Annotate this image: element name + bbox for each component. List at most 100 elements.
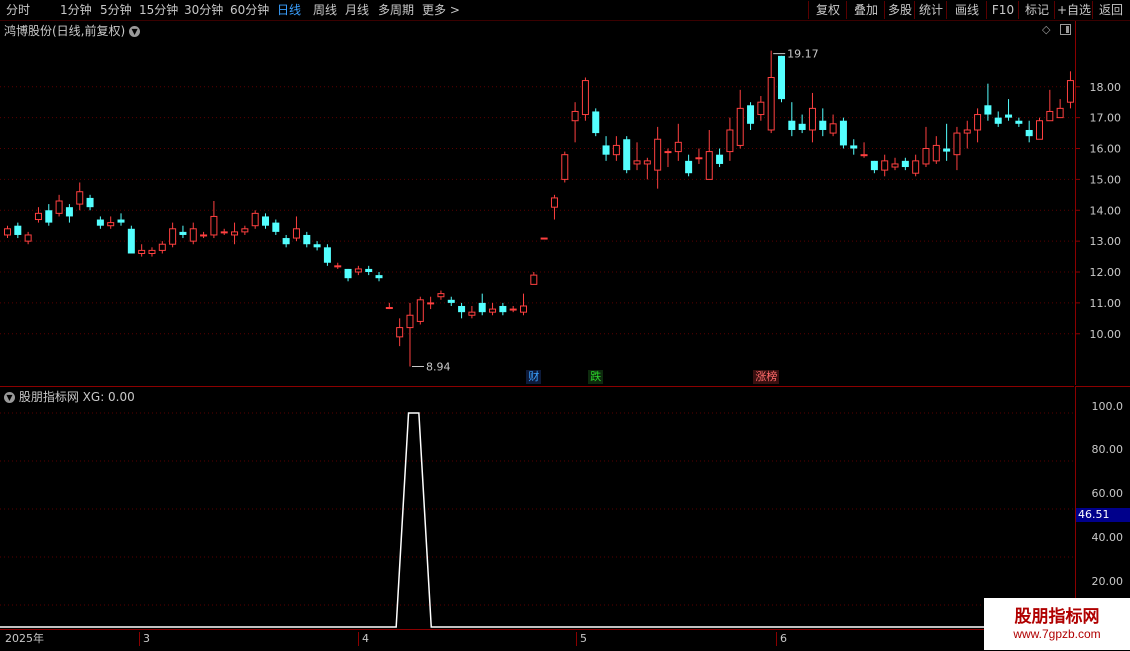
period-tab-30min[interactable]: 30分钟 [184, 2, 223, 18]
overlay-button[interactable]: 叠加 [846, 1, 885, 19]
candle-body-down[interactable] [45, 210, 53, 223]
indicator-chart[interactable] [0, 387, 1074, 630]
candle-body-up[interactable] [1046, 110, 1054, 122]
diamond-icon[interactable]: ◇ [1042, 23, 1050, 36]
candle-body-up[interactable] [550, 197, 558, 208]
candle-body-up[interactable] [210, 215, 218, 236]
candle-body-up[interactable] [922, 148, 930, 165]
candle-body-up[interactable] [891, 163, 899, 168]
main-candlestick-panel[interactable]: 19.17 8.94 鸿博股份(日线,前复权) ▼ ◇ 财 跌 涨榜 [0, 21, 1074, 385]
candle-body-up[interactable] [241, 228, 249, 233]
candle-body-down[interactable] [499, 305, 507, 313]
candle-body-up[interactable] [385, 307, 393, 310]
candle-body-up[interactable] [292, 228, 300, 239]
candle-body-down[interactable] [778, 55, 785, 100]
candle-body-down[interactable] [870, 160, 878, 171]
period-tab-weekly[interactable]: 周线 [313, 2, 337, 18]
candle-body-down[interactable] [1015, 120, 1023, 124]
candle-body-down[interactable] [592, 111, 600, 134]
add-watchlist-button[interactable]: +自选 [1054, 1, 1093, 19]
candle-body-down[interactable] [994, 117, 1002, 124]
period-tab-multi[interactable]: 多周期 [378, 2, 414, 18]
candle-body-down[interactable] [458, 305, 466, 313]
f10-button[interactable]: F10 [986, 1, 1019, 19]
candle-body-up[interactable] [416, 299, 424, 322]
candle-body-down[interactable] [365, 268, 373, 273]
candle-body-up[interactable] [334, 265, 342, 268]
candle-body-down[interactable] [127, 228, 135, 254]
candle-body-up[interactable] [1036, 120, 1043, 140]
period-tab-15min[interactable]: 15分钟 [139, 2, 178, 18]
candle-body-up[interactable] [24, 234, 32, 242]
candle-body-up[interactable] [396, 327, 404, 338]
candle-body-up[interactable] [881, 160, 889, 171]
candle-body-up[interactable] [540, 237, 548, 240]
candle-body-down[interactable] [602, 145, 610, 155]
candle-body-down[interactable] [447, 299, 455, 303]
candle-body-up[interactable] [561, 154, 569, 180]
candle-body-down[interactable] [303, 234, 311, 245]
candle-body-up[interactable] [251, 212, 259, 227]
candle-body-down[interactable] [179, 231, 187, 235]
candle-body-up[interactable] [76, 191, 84, 205]
candlestick-chart[interactable]: 19.17 8.94 [0, 21, 1074, 385]
candle-body-up[interactable] [169, 228, 177, 245]
back-button[interactable]: 返回 [1092, 1, 1129, 19]
period-tab-intraday[interactable]: 分时 [6, 2, 30, 18]
candle-body-up[interactable] [520, 305, 527, 313]
candle-body-down[interactable] [747, 105, 755, 124]
candle-body-up[interactable] [808, 107, 816, 131]
candle-body-up[interactable] [974, 114, 982, 131]
candle-body-up[interactable] [767, 76, 775, 131]
candle-body-down[interactable] [716, 154, 724, 164]
candle-body-up[interactable] [489, 308, 497, 313]
adjust-button[interactable]: 复权 [808, 1, 847, 19]
statistics-button[interactable]: 统计 [914, 1, 947, 19]
candle-body-up[interactable] [354, 268, 362, 273]
multi-stock-button[interactable]: 多股 [884, 1, 915, 19]
candle-body-up[interactable] [860, 154, 868, 157]
period-tab-5min[interactable]: 5分钟 [100, 2, 132, 18]
period-tab-more[interactable]: 更多 > [422, 2, 460, 18]
candle-body-up[interactable] [705, 151, 713, 180]
chevron-down-icon[interactable]: ▼ [129, 26, 141, 37]
candle-body-up[interactable] [912, 160, 920, 174]
candle-body-up[interactable] [148, 249, 156, 254]
candle-body-up[interactable] [158, 243, 166, 251]
candle-body-up[interactable] [509, 308, 517, 311]
candle-body-up[interactable] [138, 249, 146, 254]
candle-body-up[interactable] [231, 231, 239, 236]
candle-body-up[interactable] [643, 160, 651, 165]
candle-body-down[interactable] [117, 219, 125, 223]
candle-body-up[interactable] [726, 129, 734, 153]
candle-body-up[interactable] [34, 212, 42, 221]
indicator-panel[interactable]: ▼ 股朋指标网 XG: 0.00 [0, 386, 1074, 630]
candle-body-down[interactable] [65, 207, 73, 217]
period-tab-monthly[interactable]: 月线 [345, 2, 369, 18]
candle-body-down[interactable] [839, 120, 847, 146]
panel-toggle-icon[interactable] [1060, 24, 1071, 35]
candle-body-up[interactable] [437, 293, 445, 298]
candle-body-down[interactable] [819, 120, 827, 130]
period-tab-1min[interactable]: 1分钟 [60, 2, 92, 18]
candle-body-down[interactable] [798, 123, 806, 130]
candle-body-down[interactable] [623, 139, 631, 171]
candle-body-down[interactable] [344, 268, 352, 279]
candle-body-up[interactable] [829, 123, 837, 134]
chevron-down-icon[interactable]: ▼ [4, 392, 15, 403]
candle-body-up[interactable] [664, 151, 672, 154]
period-tab-60min[interactable]: 60分钟 [230, 2, 269, 18]
draw-line-button[interactable]: 画线 [946, 1, 987, 19]
candle-body-up[interactable] [1056, 107, 1064, 119]
candle-body-up[interactable] [581, 80, 589, 116]
candle-body-up[interactable] [736, 107, 744, 146]
candle-body-up[interactable] [1066, 80, 1074, 103]
candle-body-up[interactable] [633, 160, 641, 165]
candle-body-down[interactable] [1025, 129, 1033, 137]
candle-body-down[interactable] [788, 120, 796, 130]
candle-body-up[interactable] [571, 110, 579, 122]
candle-body-up[interactable] [4, 228, 11, 236]
candle-body-down[interactable] [850, 145, 858, 149]
candle-body-down[interactable] [375, 275, 383, 279]
event-marker-drop[interactable]: 跌 [588, 370, 604, 384]
